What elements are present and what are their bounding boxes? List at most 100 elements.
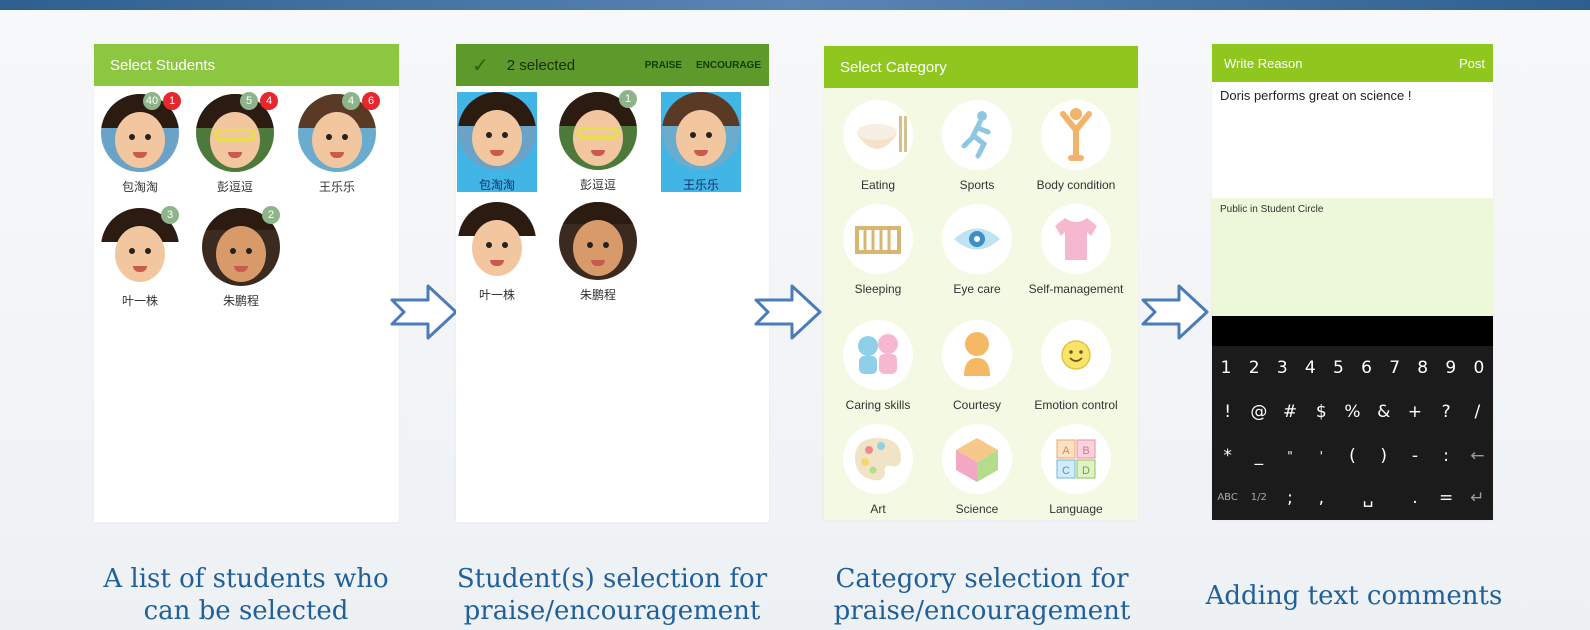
student-item[interactable]: 朱鹏程 xyxy=(548,202,648,303)
reason-text: Doris performs great on science ! xyxy=(1220,88,1412,103)
palette-icon xyxy=(843,424,913,494)
category-label: Caring skills xyxy=(845,398,911,412)
top-banner xyxy=(0,0,1590,10)
key[interactable]: 6 xyxy=(1352,348,1380,388)
key[interactable]: . xyxy=(1399,478,1430,518)
category-sports[interactable]: Sports xyxy=(927,100,1027,192)
keyboard-row-bottom: ABC 1/2 ; , ␣ . = ↵ xyxy=(1212,478,1493,518)
category-label: Self-management xyxy=(1028,282,1124,296)
key[interactable]: 3 xyxy=(1268,348,1296,388)
post-button[interactable]: Post xyxy=(1459,56,1485,71)
category-language[interactable]: ABCD Language xyxy=(1026,424,1126,516)
student-item[interactable]: 4 6 王乐乐 xyxy=(287,92,387,195)
key[interactable]: ' xyxy=(1306,436,1337,476)
avatar: 3 xyxy=(101,206,179,286)
keyboard-suggestion-bar xyxy=(1212,316,1493,346)
key[interactable]: * xyxy=(1212,436,1243,476)
rice-bowl-icon xyxy=(843,100,913,170)
category-label: Courtesy xyxy=(952,398,1002,412)
key[interactable]: 8 xyxy=(1409,348,1437,388)
svg-text:D: D xyxy=(1082,465,1090,477)
key[interactable]: @ xyxy=(1243,392,1274,432)
student-item[interactable]: 2 朱鹏程 xyxy=(191,206,291,309)
key[interactable]: _ xyxy=(1243,436,1274,476)
alert-badge: 6 xyxy=(362,92,380,110)
shirt-icon xyxy=(1041,204,1111,274)
key[interactable]: 2 xyxy=(1240,348,1268,388)
student-item[interactable]: 5 4 彭逗逗 xyxy=(185,92,285,195)
enter-key[interactable]: ↵ xyxy=(1462,478,1493,518)
key[interactable]: , xyxy=(1306,478,1337,518)
key[interactable]: ; xyxy=(1274,478,1305,518)
key[interactable]: % xyxy=(1337,392,1368,432)
public-option-area[interactable]: Public in Student Circle xyxy=(1212,198,1493,316)
praise-button[interactable]: PRAISE xyxy=(645,60,682,71)
space-key[interactable]: ␣ xyxy=(1337,478,1399,518)
running-person-icon xyxy=(942,100,1012,170)
avatar xyxy=(559,202,637,280)
avatar xyxy=(662,92,740,170)
key[interactable]: : xyxy=(1431,436,1462,476)
category-emotion-control[interactable]: Emotion control xyxy=(1026,320,1126,412)
category-courtesy[interactable]: Courtesy xyxy=(927,320,1027,412)
key[interactable]: 1 xyxy=(1212,348,1240,388)
key[interactable]: 5 xyxy=(1324,348,1352,388)
crib-icon xyxy=(843,204,913,274)
page-key[interactable]: 1/2 xyxy=(1243,478,1274,518)
caption-student-list: A list of students who can be selected xyxy=(103,564,389,626)
select-students-screen: Select Students 40 1 包淘淘 5 4 彭逗逗 4 6 王乐乐… xyxy=(94,44,399,522)
caption-student-selection: Student(s) selection for praise/encourag… xyxy=(456,564,768,626)
category-self-management[interactable]: Self-management xyxy=(1026,204,1126,296)
person-icon xyxy=(942,320,1012,390)
backspace-key[interactable]: ← xyxy=(1462,436,1493,476)
screen-title: Select Category xyxy=(840,58,947,76)
key[interactable]: 9 xyxy=(1437,348,1465,388)
key[interactable]: ) xyxy=(1368,436,1399,476)
encourage-button[interactable]: ENCOURAGE xyxy=(696,60,761,71)
category-body-condition[interactable]: Body condition xyxy=(1026,100,1126,192)
student-name: 彭逗逗 xyxy=(579,178,616,192)
category-label: Science xyxy=(955,502,999,516)
screen-title: Select Students xyxy=(110,56,216,74)
key[interactable]: ( xyxy=(1337,436,1368,476)
key[interactable]: + xyxy=(1399,392,1430,432)
key[interactable]: ? xyxy=(1431,392,1462,432)
abc-key[interactable]: ABC xyxy=(1212,478,1243,518)
category-science[interactable]: Science xyxy=(927,424,1027,516)
check-icon[interactable]: ✓ xyxy=(472,53,489,78)
reason-textarea[interactable]: Doris performs great on science ! xyxy=(1212,82,1493,198)
key[interactable]: # xyxy=(1274,392,1305,432)
student-item[interactable]: 叶一株 xyxy=(456,202,547,303)
category-sleeping[interactable]: Sleeping xyxy=(828,204,928,296)
student-item[interactable]: 40 1 包淘淘 xyxy=(94,92,190,195)
count-badge: 40 xyxy=(143,92,161,110)
select-category-screen: Select Category Eating Sports Body condi… xyxy=(824,46,1138,520)
category-eating[interactable]: Eating xyxy=(828,100,928,192)
key[interactable]: ! xyxy=(1212,392,1243,432)
student-item[interactable]: 3 叶一株 xyxy=(94,206,190,309)
count-badge: 2 xyxy=(262,206,280,224)
key[interactable]: & xyxy=(1368,392,1399,432)
letter-blocks-icon: ABCD xyxy=(1041,424,1111,494)
key[interactable]: 0 xyxy=(1465,348,1493,388)
key[interactable]: 4 xyxy=(1296,348,1324,388)
key[interactable]: $ xyxy=(1306,392,1337,432)
key[interactable]: 7 xyxy=(1381,348,1409,388)
student-item-selected[interactable]: 王乐乐 xyxy=(651,92,751,193)
key[interactable]: " xyxy=(1274,436,1305,476)
keyboard-row-numbers: 1 2 3 4 5 6 7 8 9 0 xyxy=(1212,348,1493,388)
key[interactable]: = xyxy=(1431,478,1462,518)
key[interactable]: / xyxy=(1462,392,1493,432)
category-eye-care[interactable]: Eye care xyxy=(927,204,1027,296)
student-item[interactable]: 1 彭逗逗 xyxy=(548,90,648,193)
key[interactable]: - xyxy=(1399,436,1430,476)
avatar xyxy=(458,92,536,170)
two-kids-icon xyxy=(843,320,913,390)
alert-badge: 4 xyxy=(260,92,278,110)
category-caring-skills[interactable]: Caring skills xyxy=(828,320,928,412)
category-label: Emotion control xyxy=(1034,398,1118,412)
category-art[interactable]: Art xyxy=(828,424,928,516)
student-name: 叶一株 xyxy=(478,288,515,302)
caption-category-selection: Category selection for praise/encouragem… xyxy=(833,564,1131,626)
student-item-selected[interactable]: 包淘淘 xyxy=(456,92,547,193)
